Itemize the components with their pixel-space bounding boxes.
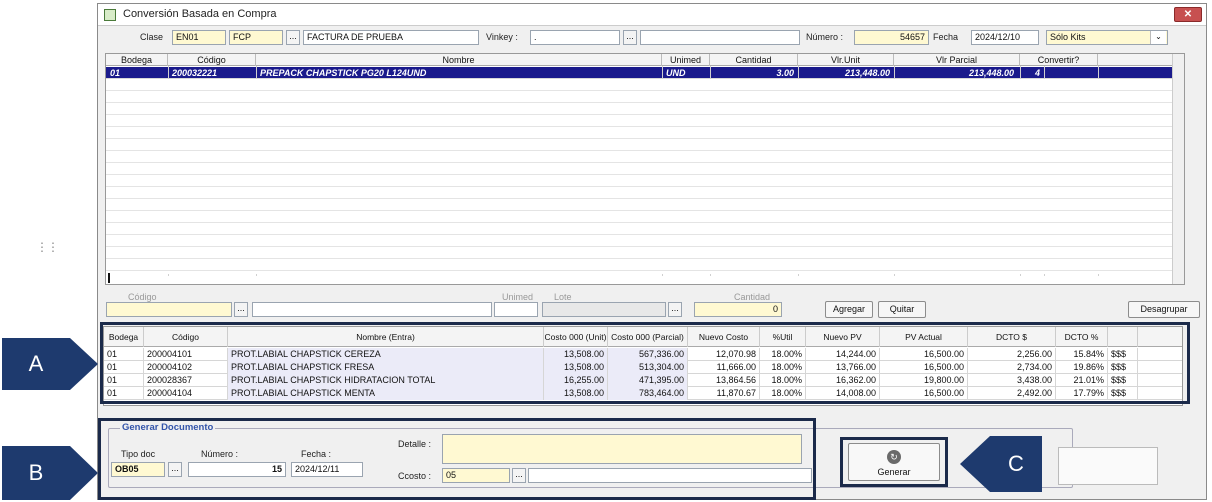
quitar-button[interactable]: Quitar — [878, 301, 926, 318]
chevron-down-icon[interactable]: ⌄ — [1150, 31, 1166, 44]
items-grid-header: Bodega Código Nombre Unimed Cantidad Vlr… — [106, 54, 1184, 66]
title-bar: Conversión Basada en Compra ✕ — [98, 4, 1206, 26]
unimed-entry-field[interactable] — [494, 302, 538, 317]
cell-cantidad: 3.00 — [776, 68, 794, 78]
tipo-lookup-button[interactable]: ... — [286, 30, 300, 45]
lote-lookup-button[interactable]: ... — [668, 302, 682, 317]
items-grid-scrollbar[interactable] — [1172, 54, 1184, 284]
codigo-entry-field[interactable] — [106, 302, 232, 317]
vinkey-field[interactable]: . — [530, 30, 620, 45]
cell-convertir: 4 — [1034, 68, 1040, 78]
fecha-label: Fecha — [933, 32, 959, 42]
vinkey-description-field[interactable] — [640, 30, 800, 45]
table-row[interactable]: 01 200032221 PREPACK CHAPSTICK PG20 L124… — [106, 67, 1184, 79]
numero-label: Número : — [806, 32, 844, 42]
cantidad-entry-label: Cantidad — [734, 292, 771, 302]
col-unimed: Unimed — [662, 54, 710, 66]
col-codigo: Código — [168, 54, 256, 66]
vinkey-label: Vinkey : — [486, 32, 518, 42]
col-convertir: Convertir? — [1020, 54, 1098, 66]
lote-entry-field[interactable] — [542, 302, 666, 317]
cell-codigo: 200032221 — [172, 68, 218, 78]
nombre-entry-field[interactable] — [252, 302, 492, 317]
cell-vlr-parcial: 213,448.00 — [968, 68, 1014, 78]
annotation-frame-b — [98, 418, 816, 500]
cell-unimed: UND — [666, 68, 686, 78]
descripcion-field[interactable]: FACTURA DE PRUEBA — [303, 30, 479, 45]
close-button[interactable]: ✕ — [1174, 7, 1202, 22]
tipo-field[interactable]: FCP — [229, 30, 283, 45]
clase-field[interactable]: EN01 — [172, 30, 226, 45]
col-cantidad: Cantidad — [710, 54, 798, 66]
unimed-entry-label: Unimed — [502, 292, 534, 302]
cantidad-entry-field[interactable]: 0 — [694, 302, 782, 317]
cell-nombre: PREPACK CHAPSTICK PG20 L124UND — [260, 68, 427, 78]
callout-c: C — [990, 436, 1042, 492]
app-icon — [104, 9, 116, 21]
items-grid: Bodega Código Nombre Unimed Cantidad Vlr… — [105, 53, 1185, 285]
col-vlr-unit: Vlr.Unit — [798, 54, 894, 66]
col-nombre: Nombre — [256, 54, 662, 66]
clase-label: Clase — [140, 32, 164, 42]
callout-b-arrow — [70, 446, 98, 500]
codigo-lookup-button[interactable]: ... — [234, 302, 248, 317]
agregar-button[interactable]: Agregar — [825, 301, 873, 318]
window-title: Conversión Basada en Compra — [123, 8, 277, 20]
vinkey-lookup-button[interactable]: ... — [623, 30, 637, 45]
cell-vlr-unit: 213,448.00 — [844, 68, 890, 78]
cell-bodega: 01 — [110, 68, 121, 78]
annotation-frame-a — [100, 322, 1190, 404]
secondary-button[interactable] — [1058, 447, 1158, 485]
callout-c-arrow — [960, 436, 990, 492]
col-bodega: Bodega — [106, 54, 168, 66]
numero-field[interactable]: 54657 — [854, 30, 929, 45]
drag-handle-icon: ⋮⋮ — [36, 240, 59, 254]
desagrupar-button[interactable]: Desagrupar — [1128, 301, 1200, 318]
callout-a-arrow — [70, 338, 98, 390]
codigo-entry-label: Código — [128, 292, 157, 302]
lote-entry-label: Lote — [554, 292, 572, 302]
col-vlr-parcial: Vlr Parcial — [894, 54, 1020, 66]
fecha-field[interactable]: 2024/12/10 — [971, 30, 1039, 45]
grid-cursor — [108, 273, 110, 283]
callout-b: B — [2, 446, 70, 500]
callout-a: A — [2, 338, 70, 390]
annotation-frame-c — [840, 437, 948, 487]
